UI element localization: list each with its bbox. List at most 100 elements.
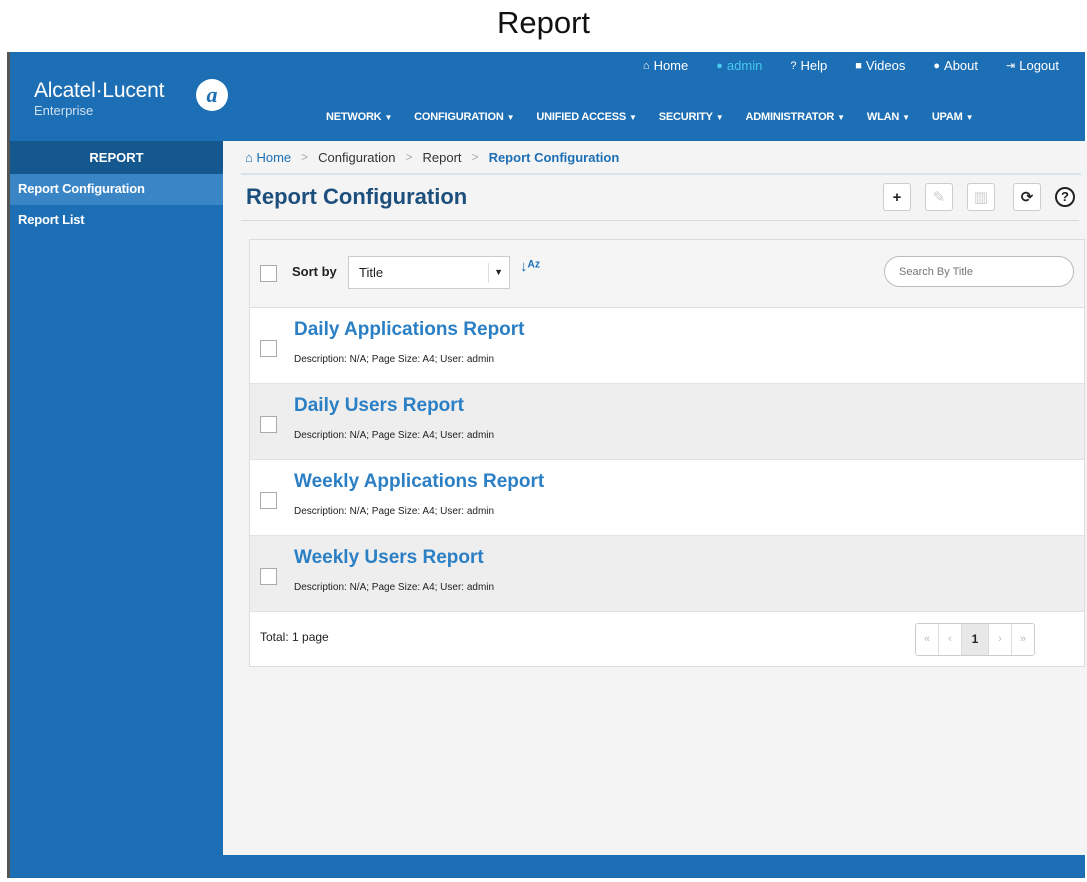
report-description: Description: N/A; Page Size: A4; User: a…	[294, 430, 495, 441]
breadcrumb-current: Report Configuration	[488, 149, 620, 165]
logo-mark-letter: a	[206, 82, 218, 107]
sort-by-label: Sort by	[292, 264, 337, 279]
trash-icon: ▥	[973, 189, 989, 206]
top-nav-user[interactable]: ● admin	[702, 58, 776, 74]
refresh-icon: ⟳	[1020, 189, 1034, 206]
report-title-link[interactable]: Weekly Applications Report	[294, 471, 544, 493]
main-nav-security[interactable]: SECURITY ▼	[649, 110, 736, 125]
caret-down-icon: ▼	[837, 113, 845, 122]
main-nav-label: CONFIGURATION	[414, 111, 504, 123]
select-divider	[488, 263, 489, 283]
top-nav-label: Home	[653, 58, 689, 73]
sidebar-item-report-list[interactable]: Report List	[10, 205, 223, 236]
breadcrumb-separator: >	[301, 150, 309, 164]
sort-select-value: Title	[359, 265, 384, 280]
row-checkbox[interactable]	[260, 340, 277, 357]
top-nav-logout[interactable]: ⇥ Logout	[992, 58, 1073, 74]
caret-down-icon: ▼	[629, 113, 637, 122]
top-nav-help[interactable]: ? Help	[776, 58, 841, 74]
main-nav-label: WLAN	[866, 111, 900, 123]
top-nav-label: Videos	[865, 58, 906, 73]
row-checkbox[interactable]	[260, 416, 277, 433]
list-item: Weekly Applications Report Description: …	[250, 460, 1084, 536]
breadcrumb-home-label: Home	[256, 149, 292, 165]
main-nav-network[interactable]: NETWORK ▼	[316, 110, 404, 125]
plus-icon: +	[892, 188, 902, 206]
caret-down-icon: ▼	[965, 113, 974, 122]
edit-icon: ✎	[932, 189, 946, 206]
report-title-link[interactable]: Weekly Users Report	[294, 547, 484, 569]
top-nav-about[interactable]: ● About	[919, 58, 992, 74]
prev-page-button[interactable]: ‹	[939, 624, 962, 655]
sort-direction-icon[interactable]: ↓ᴬᶻ	[520, 258, 540, 275]
app-header: Alcatel·Lucent Enterprise a ⌂ Home ● adm…	[10, 52, 1085, 141]
caret-down-icon: ▼	[494, 267, 503, 277]
logo: Alcatel·Lucent Enterprise	[34, 80, 164, 119]
sidebar-item-report-configuration[interactable]: Report Configuration	[10, 174, 223, 205]
page-number-button[interactable]: 1	[962, 624, 989, 655]
info-icon: ●	[933, 60, 941, 72]
app-footer	[10, 855, 1085, 878]
home-icon: ⌂	[642, 60, 650, 72]
home-icon: ⌂	[245, 149, 257, 165]
sidebar: REPORT Report Configuration Report List	[10, 141, 223, 855]
list-item: Weekly Users Report Description: N/A; Pa…	[250, 536, 1084, 612]
row-checkbox[interactable]	[260, 568, 277, 585]
help-icon: ?	[790, 60, 797, 72]
next-page-button[interactable]: ›	[989, 624, 1012, 655]
report-list-panel: Sort by Title ▼ ↓ᴬᶻ Daily Applications R…	[249, 239, 1085, 667]
breadcrumb: ⌂ Home > Configuration > Report > Report…	[241, 141, 1081, 175]
main-nav-label: ADMINISTRATOR	[745, 111, 835, 123]
list-header: Sort by Title ▼ ↓ᴬᶻ	[250, 240, 1084, 308]
refresh-button[interactable]: ⟳	[1013, 183, 1041, 211]
pagination: « ‹ 1 › »	[915, 623, 1035, 656]
screenshot-caption: Report	[496, 5, 591, 40]
main-nav-unified-access[interactable]: UNIFIED ACCESS ▼	[526, 110, 648, 125]
list-item: Daily Applications Report Description: N…	[250, 308, 1084, 384]
main-nav-administrator[interactable]: ADMINISTRATOR ▼	[736, 110, 857, 125]
main-nav-label: UPAM	[931, 111, 963, 123]
report-title-link[interactable]: Daily Users Report	[294, 395, 464, 417]
logout-icon: ⇥	[1006, 60, 1016, 72]
breadcrumb-separator: >	[405, 150, 413, 164]
row-checkbox[interactable]	[260, 492, 277, 509]
sort-select[interactable]: Title ▼	[348, 256, 510, 289]
main-nav-label: UNIFIED ACCESS	[536, 111, 627, 123]
main-nav-wlan[interactable]: WLAN ▼	[857, 110, 922, 125]
list-footer: Total: 1 page « ‹ 1 › »	[250, 610, 1084, 666]
list-item: Daily Users Report Description: N/A; Pag…	[250, 384, 1084, 460]
logo-subtitle: Enterprise	[34, 103, 94, 118]
breadcrumb-home[interactable]: ⌂ Home	[241, 150, 295, 165]
title-divider	[241, 220, 1079, 221]
caret-down-icon: ▼	[715, 113, 724, 122]
report-description: Description: N/A; Page Size: A4; User: a…	[294, 506, 495, 517]
top-nav-label: About	[944, 58, 979, 73]
top-nav-home[interactable]: ⌂ Home	[629, 58, 702, 74]
select-all-checkbox[interactable]	[260, 265, 277, 282]
user-icon: ●	[716, 60, 723, 72]
sidebar-title: REPORT	[10, 141, 223, 174]
main-nav-configuration[interactable]: CONFIGURATION ▼	[404, 110, 526, 125]
breadcrumb-separator: >	[471, 150, 479, 164]
main-nav-upam[interactable]: UPAM ▼	[922, 110, 986, 125]
breadcrumb-configuration[interactable]: Configuration	[314, 150, 399, 165]
logo-brand: Alcatel·Lucent	[34, 79, 165, 102]
video-icon: ■	[855, 60, 862, 72]
edit-button[interactable]: ✎	[925, 183, 953, 211]
logo-mark-icon: a	[196, 79, 228, 111]
add-button[interactable]: +	[883, 183, 911, 211]
main-content: ⌂ Home > Configuration > Report > Report…	[223, 141, 1087, 855]
top-nav-label: Logout	[1019, 58, 1059, 73]
caret-down-icon: ▼	[902, 113, 910, 122]
breadcrumb-report[interactable]: Report	[419, 150, 466, 165]
top-nav: ⌂ Home ● admin ? Help ■ Videos ● About ⇥…	[629, 58, 1073, 74]
first-page-button[interactable]: «	[916, 624, 939, 655]
delete-button[interactable]: ▥	[967, 183, 995, 211]
report-description: Description: N/A; Page Size: A4; User: a…	[294, 354, 495, 365]
main-nav-label: NETWORK	[326, 111, 382, 123]
report-title-link[interactable]: Daily Applications Report	[294, 319, 525, 341]
help-button[interactable]: ?	[1055, 187, 1075, 207]
top-nav-videos[interactable]: ■ Videos	[841, 58, 919, 74]
last-page-button[interactable]: »	[1012, 624, 1034, 655]
search-input[interactable]	[884, 256, 1074, 287]
